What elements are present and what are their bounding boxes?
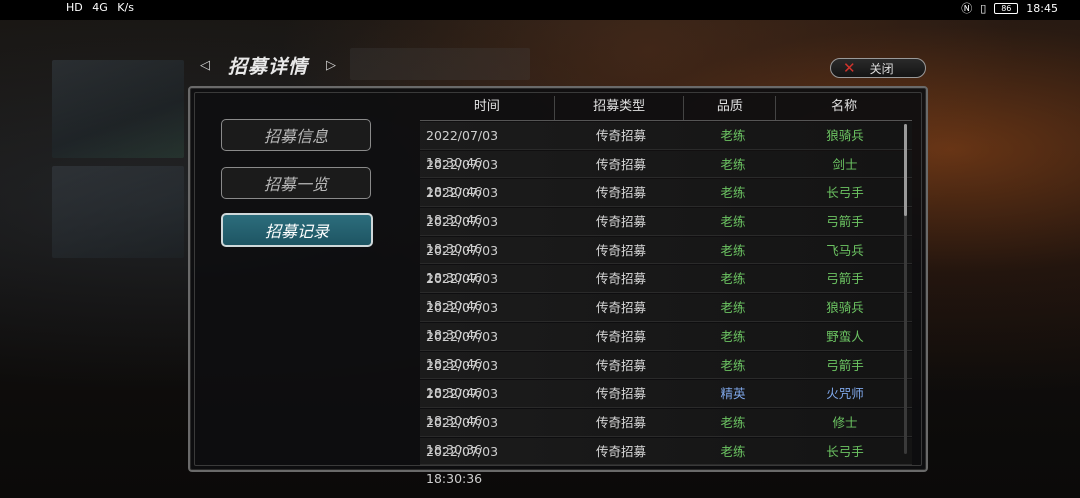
- table-row[interactable]: 2022/07/03 18:30:46 传奇招募 老练 弓箭手: [420, 351, 912, 400]
- table-body: 2022/07/03 18:30:46 传奇招募 老练 狼骑兵 2022/07/03 1…: [420, 122, 912, 486]
- cell-quality: 老练: [720, 128, 746, 143]
- column-header-time: 时间: [420, 96, 555, 120]
- cell-name: 弓箭手: [826, 214, 864, 230]
- cell-quality: 老练: [720, 271, 746, 287]
- tab-label: 招募信息: [263, 127, 328, 146]
- column-header-type: 招募类型: [555, 96, 685, 120]
- cell-quality: 老练: [720, 357, 746, 373]
- table-row[interactable]: 2022/07/03 18:30:36 传奇招募 老练 修士: [420, 408, 912, 457]
- hd-indicator: HD: [66, 1, 83, 14]
- cell-time: 2022/07/03 18:30:46: [426, 300, 499, 343]
- title-row: ◁ 招募详情 ▷: [200, 52, 336, 79]
- close-button[interactable]: ✕ 关闭: [830, 58, 926, 78]
- cell-quality: 老练: [720, 443, 746, 459]
- cell-time: 2022/07/03 18:30:36: [426, 443, 499, 486]
- cell-quality: 精英: [720, 386, 746, 402]
- tab-label: 招募一览: [263, 175, 328, 194]
- cell-name: 弓箭手: [826, 271, 864, 287]
- nfc-icon: Ⓝ: [961, 2, 973, 15]
- table-row[interactable]: 2022/07/03 18:30:46 传奇招募 老练 长弓手: [420, 179, 912, 228]
- cell-time: 2022/07/03 18:30:46: [426, 128, 499, 170]
- cell-time: 2022/07/03 18:30:46: [426, 271, 499, 314]
- cell-type: 传奇招募: [595, 357, 646, 373]
- cell-quality: 老练: [720, 414, 746, 430]
- cell-name: 长弓手: [826, 185, 864, 201]
- vibrate-icon: ▯: [980, 1, 987, 15]
- table-row[interactable]: 2022/07/03 18:30:46 传奇招募 老练 弓箭手: [420, 265, 912, 314]
- status-time: 18:45: [1026, 1, 1058, 15]
- cell-quality: 老练: [720, 328, 746, 344]
- cell-name: 长弓手: [826, 443, 864, 459]
- table-row[interactable]: 2022/07/03 18:30:46 传奇招募 老练 飞马兵: [420, 236, 912, 285]
- cell-type: 传奇招募: [595, 214, 646, 230]
- close-icon: ✕: [843, 59, 856, 77]
- table-row[interactable]: 2022/07/03 18:30:46 传奇招募 老练 剑士: [420, 150, 912, 199]
- cell-quality: 老练: [720, 156, 746, 172]
- table-row[interactable]: 2022/07/03 18:30:46 传奇招募 老练 狼骑兵: [420, 294, 912, 343]
- prev-arrow-icon[interactable]: ◁: [200, 58, 210, 73]
- close-label: 关闭: [869, 61, 894, 76]
- cell-name: 修士: [832, 414, 858, 430]
- cell-name: 剑士: [832, 156, 858, 172]
- cell-type: 传奇招募: [595, 300, 646, 316]
- scrollbar-thumb[interactable]: [904, 124, 907, 216]
- cell-time: 2022/07/03 18:30:46: [426, 214, 499, 257]
- table-row[interactable]: 2022/07/03 18:30:46 传奇招募 精英 火咒师: [420, 380, 912, 429]
- table-header: 时间 招募类型 品质 名称: [420, 96, 912, 121]
- cell-type: 传奇招募: [595, 443, 646, 459]
- cell-quality: 老练: [720, 300, 746, 316]
- page-title: 招募详情: [228, 56, 309, 78]
- status-bar: HD 4G K/s Ⓝ ▯ 86 18:45: [0, 0, 1080, 20]
- cell-type: 传奇招募: [595, 271, 646, 287]
- table-row[interactable]: 2022/07/03 18:30:36 传奇招募 老练 长弓手: [420, 437, 912, 486]
- background-thumbnail: [52, 166, 184, 258]
- cell-name: 飞马兵: [826, 242, 864, 258]
- table-row[interactable]: 2022/07/03 18:30:46 传奇招募 老练 野蛮人: [420, 322, 912, 371]
- next-arrow-icon[interactable]: ▷: [326, 58, 336, 73]
- network-speed: K/s: [117, 1, 134, 14]
- cell-time: 2022/07/03 18:30:46: [426, 386, 499, 429]
- cell-name: 野蛮人: [826, 328, 864, 344]
- cell-type: 传奇招募: [595, 185, 646, 201]
- battery-icon: 86: [994, 2, 1019, 14]
- table-scrollbar[interactable]: [904, 124, 907, 454]
- cell-type: 传奇招募: [595, 128, 646, 143]
- cell-name: 火咒师: [826, 386, 864, 402]
- cell-time: 2022/07/03 18:30:46: [426, 185, 499, 228]
- table-row[interactable]: 2022/07/03 18:30:46 传奇招募 老练 弓箭手: [420, 208, 912, 257]
- background-banner: [350, 48, 530, 80]
- cell-time: 2022/07/03 18:30:46: [426, 328, 499, 371]
- tab-recruit-overview[interactable]: 招募一览: [221, 167, 371, 199]
- cell-time: 2022/07/03 18:30:46: [426, 357, 499, 400]
- signal-icon: 4G: [92, 1, 108, 14]
- cell-name: 狼骑兵: [826, 128, 864, 143]
- cell-name: 弓箭手: [826, 357, 864, 373]
- cell-time: 2022/07/03 18:30:36: [426, 414, 499, 457]
- column-header-quality: 品质: [684, 96, 777, 120]
- cell-quality: 老练: [720, 185, 746, 201]
- cell-type: 传奇招募: [595, 242, 646, 258]
- records-table: 时间 招募类型 品质 名称 2022/07/03 18:30:46 传奇招募 老练狼…: [420, 96, 912, 486]
- cell-type: 传奇招募: [595, 328, 646, 344]
- cell-type: 传奇招募: [595, 386, 646, 402]
- tab-label: 招募记录: [264, 222, 329, 241]
- column-header-name: 名称: [831, 99, 858, 114]
- background-thumbnail: [52, 60, 184, 158]
- cell-type: 传奇招募: [595, 414, 646, 430]
- cell-quality: 老练: [720, 242, 746, 258]
- cell-time: 2022/07/03 18:30:46: [426, 242, 499, 285]
- cell-type: 传奇招募: [595, 156, 646, 172]
- cell-name: 狼骑兵: [826, 300, 864, 316]
- cell-quality: 老练: [720, 214, 746, 230]
- tab-recruit-info[interactable]: 招募信息: [221, 119, 371, 151]
- table-row[interactable]: 2022/07/03 18:30:46 传奇招募 老练 狼骑兵: [420, 122, 912, 170]
- cell-time: 2022/07/03 18:30:46: [426, 156, 499, 199]
- tab-recruit-records[interactable]: 招募记录: [221, 213, 373, 247]
